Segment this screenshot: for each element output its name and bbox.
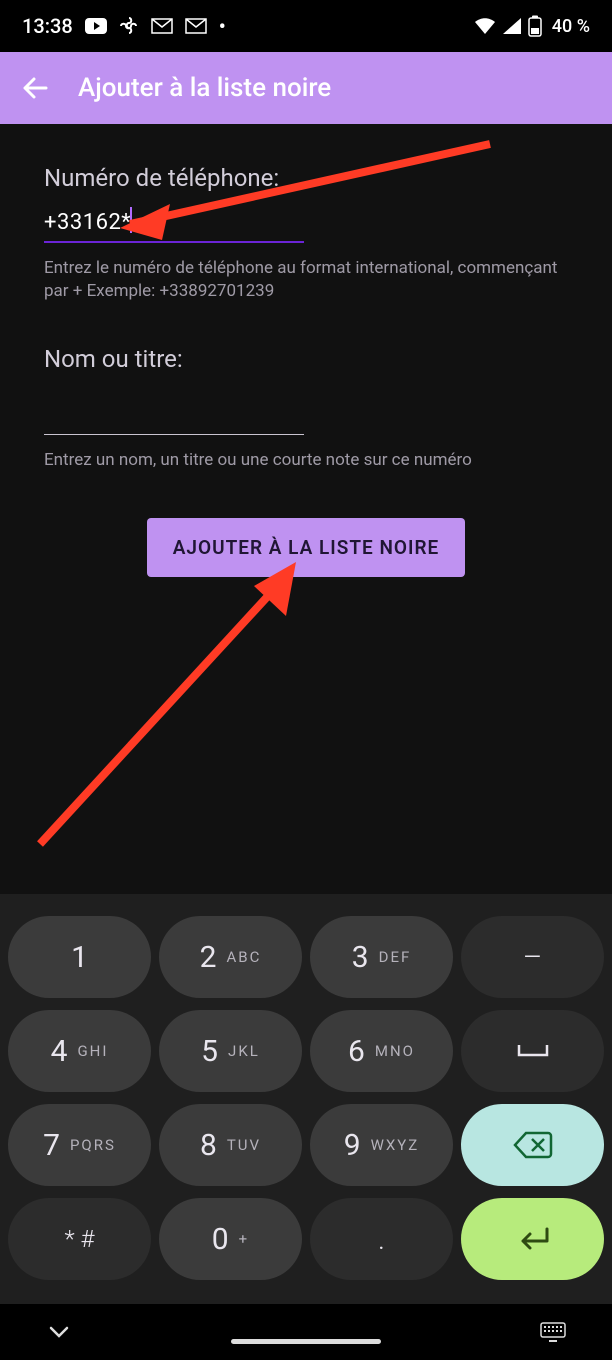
key-star-hash[interactable]: * # (8, 1198, 151, 1280)
page-title: Ajouter à la liste noire (78, 73, 331, 103)
status-dot: • (219, 14, 226, 38)
text-caret (130, 207, 132, 233)
app-header: Ajouter à la liste noire (0, 52, 612, 124)
key-3[interactable]: 3DEF (310, 916, 453, 998)
phone-field-wrap[interactable] (44, 210, 304, 243)
system-nav-bar (0, 1304, 612, 1360)
kb-row: 4GHI 5JKL 6MNO (8, 1010, 604, 1092)
youtube-icon (85, 18, 107, 34)
status-bar: 13:38 • 40 % (0, 0, 612, 52)
key-backspace[interactable] (461, 1104, 604, 1186)
name-hint: Entrez un nom, un titre ou une courte no… (44, 449, 564, 472)
add-to-blacklist-button[interactable]: AJOUTER À LA LISTE NOIRE (147, 518, 466, 577)
key-7[interactable]: 7PQRS (8, 1104, 151, 1186)
wifi-icon (474, 17, 496, 35)
key-9[interactable]: 9WXYZ (310, 1104, 453, 1186)
phone-hint: Entrez le numéro de téléphone au format … (44, 257, 564, 303)
numeric-keyboard: 1 2ABC 3DEF – 4GHI 5JKL 6MNO 7PQRS 8TUV … (0, 894, 612, 1360)
name-label: Nom ou titre: (44, 345, 568, 373)
enter-icon (513, 1225, 553, 1253)
key-dash[interactable]: – (461, 916, 604, 998)
kb-row: 7PQRS 8TUV 9WXYZ (8, 1104, 604, 1186)
nav-keyboard-switch-icon[interactable] (540, 1322, 566, 1342)
back-button[interactable] (20, 73, 50, 103)
mail-icon (185, 18, 207, 34)
fan-icon (119, 16, 139, 36)
status-time: 13:38 (22, 14, 73, 38)
key-5[interactable]: 5JKL (159, 1010, 302, 1092)
key-0[interactable]: 0+ (159, 1198, 302, 1280)
battery-percent: 40 % (552, 16, 590, 37)
status-right: 40 % (474, 15, 590, 37)
battery-icon (528, 15, 542, 37)
status-left: 13:38 • (22, 14, 226, 38)
backspace-icon (512, 1130, 554, 1160)
space-icon (515, 1041, 551, 1061)
nav-home-pill[interactable] (231, 1339, 381, 1344)
key-2[interactable]: 2ABC (159, 916, 302, 998)
key-enter[interactable] (461, 1198, 604, 1280)
kb-row: 1 2ABC 3DEF – (8, 916, 604, 998)
nav-hide-keyboard-icon[interactable] (46, 1319, 72, 1345)
mail-icon (151, 18, 173, 34)
key-4[interactable]: 4GHI (8, 1010, 151, 1092)
key-8[interactable]: 8TUV (159, 1104, 302, 1186)
signal-icon (502, 17, 522, 35)
cta-row: AJOUTER À LA LISTE NOIRE (44, 518, 568, 577)
key-1[interactable]: 1 (8, 916, 151, 998)
form-content: Numéro de téléphone: Entrez le numéro de… (0, 124, 612, 894)
key-period[interactable]: . (310, 1198, 453, 1280)
key-6[interactable]: 6MNO (310, 1010, 453, 1092)
name-field-wrap[interactable] (44, 401, 304, 435)
key-space[interactable] (461, 1010, 604, 1092)
name-input[interactable] (44, 401, 304, 426)
kb-row: * # 0+ . (8, 1198, 604, 1280)
phone-label: Numéro de téléphone: (44, 164, 568, 192)
phone-input[interactable] (44, 210, 304, 235)
